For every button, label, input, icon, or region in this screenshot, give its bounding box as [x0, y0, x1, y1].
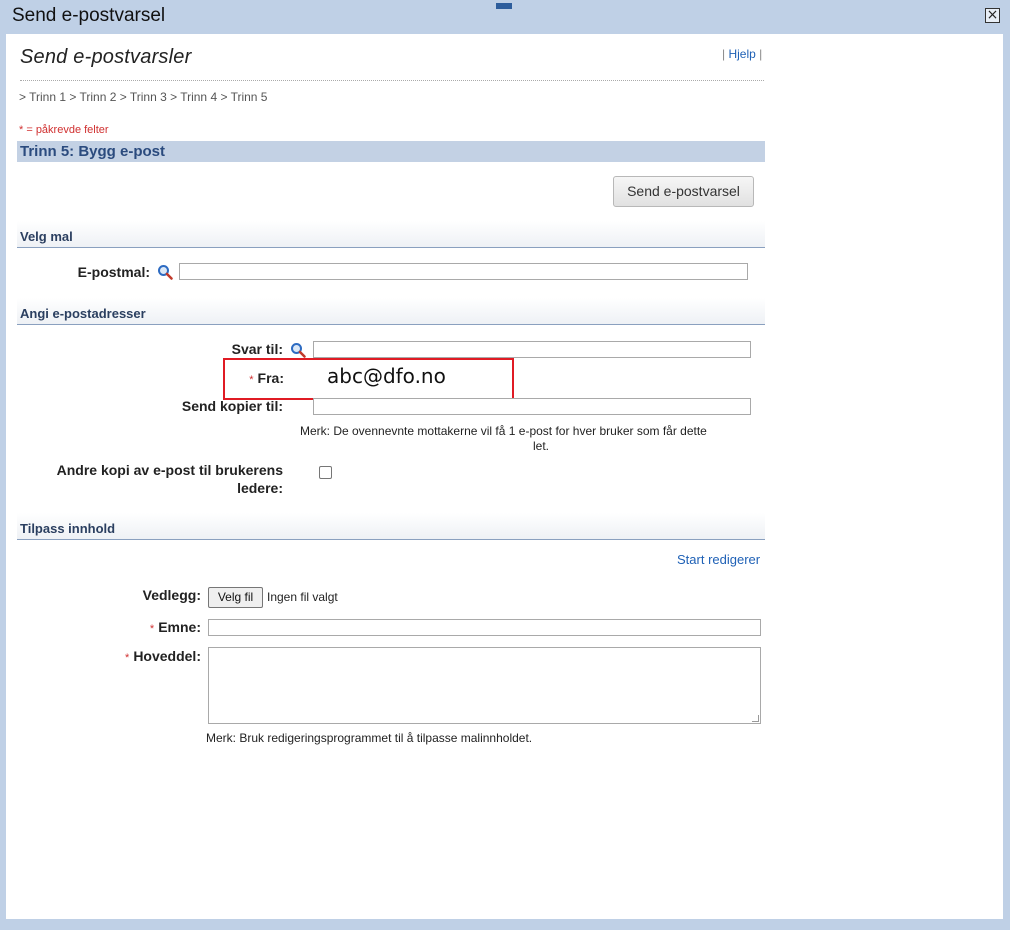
subject-label-text: Emne: — [158, 619, 201, 635]
dialog-content: Send e-postvarsler | Hjelp | > Trinn 1 >… — [6, 34, 1003, 919]
no-file-text: Ingen fil valgt — [267, 590, 338, 604]
cc-input[interactable] — [313, 398, 751, 415]
from-label-text: Fra: — [257, 370, 284, 386]
search-icon[interactable] — [157, 264, 173, 280]
dialog-title: Send e-postvarsel — [12, 5, 166, 26]
search-icon[interactable] — [290, 342, 306, 358]
manager-copy-checkbox[interactable] — [319, 466, 332, 479]
subject-label: * Emne: — [106, 619, 201, 635]
required-marker: * — [125, 652, 130, 664]
dialog-titlebar: Send e-postvarsel × — [0, 0, 1010, 34]
body-label: * Hoveddel: — [86, 648, 201, 664]
resize-handle[interactable] — [752, 715, 759, 722]
section-header-addresses: Angi e-postadresser — [17, 298, 765, 325]
required-fields-note: * = påkrevde felter — [19, 124, 109, 136]
page-title: Send e-postvarsler — [20, 46, 192, 68]
recipients-note-line2: let. — [533, 439, 550, 453]
section-header-content: Tilpass innhold — [17, 513, 765, 540]
cc-label: Send kopier til: — [181, 398, 283, 414]
subject-input[interactable] — [208, 619, 761, 636]
email-template-label: E-postmal: — [77, 264, 150, 280]
reply-to-label: Svar til: — [231, 341, 283, 357]
email-template-input[interactable] — [179, 263, 748, 280]
required-marker: * — [149, 623, 155, 635]
reply-to-input[interactable] — [313, 341, 751, 358]
manager-copy-label-line1: Andre kopi av e-post til brukerens — [56, 462, 283, 478]
start-editor-link[interactable]: Start redigerer — [677, 552, 760, 567]
editor-note: Merk: Bruk redigeringsprogrammet til å t… — [206, 731, 533, 745]
choose-file-button[interactable]: Velg fil — [208, 587, 263, 608]
body-label-text: Hoveddel: — [133, 648, 201, 664]
send-email-button[interactable]: Send e-postvarsel — [613, 176, 754, 207]
breadcrumb: > Trinn 1 > Trinn 2 > Trinn 3 > Trinn 4 … — [19, 90, 268, 104]
body-textarea[interactable] — [208, 647, 761, 724]
help-link[interactable]: Hjelp — [728, 47, 755, 61]
divider — [20, 80, 764, 81]
help-link-wrapper: | Hjelp | — [722, 47, 763, 61]
required-marker: * — [249, 374, 254, 386]
recipients-note-line1: Merk: De ovennevnte mottakerne vil få 1 … — [300, 424, 707, 438]
manager-copy-label-line2: ledere: — [237, 480, 283, 496]
drag-handle[interactable] — [496, 3, 512, 9]
step-header: Trinn 5: Bygg e-post — [17, 141, 765, 162]
from-value[interactable]: abc@dfo.no — [327, 364, 446, 388]
close-icon[interactable]: × — [985, 8, 1000, 23]
from-label: * Fra: — [206, 370, 284, 386]
section-header-template: Velg mal — [17, 221, 765, 248]
attachment-label: Vedlegg: — [142, 587, 201, 603]
